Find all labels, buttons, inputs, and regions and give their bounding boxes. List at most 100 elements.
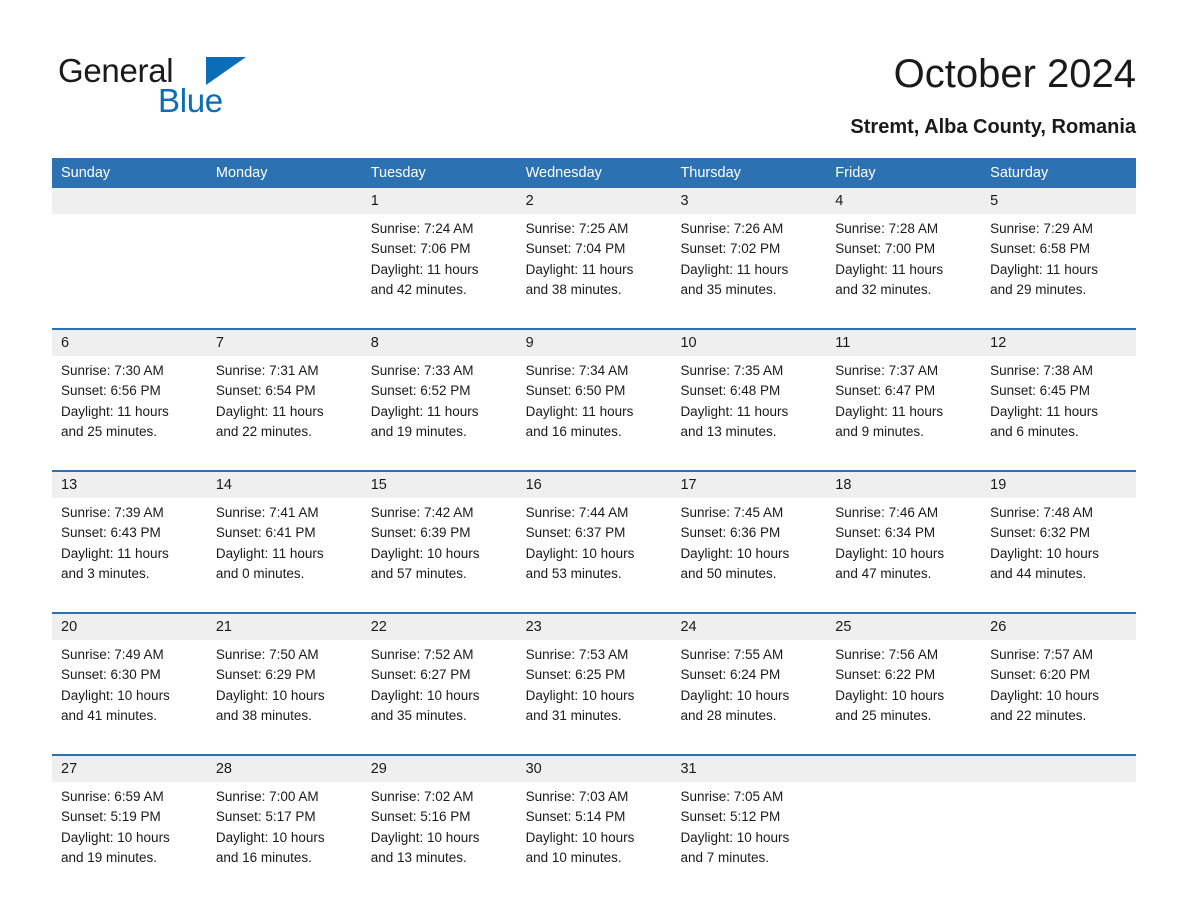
- day-info-empty: [207, 214, 362, 322]
- day-info-line: Sunrise: 7:38 AM: [990, 363, 1093, 378]
- day-info-line: and 7 minutes.: [680, 849, 769, 865]
- day-number-30[interactable]: 30: [517, 756, 672, 782]
- day-number-31[interactable]: 31: [671, 756, 826, 782]
- day-number-23[interactable]: 23: [517, 614, 672, 640]
- day-number-6[interactable]: 6: [52, 330, 207, 356]
- day-info-line: and 19 minutes.: [61, 849, 158, 865]
- day-info-line: and 19 minutes.: [370, 423, 467, 439]
- day-number-22[interactable]: 22: [362, 614, 517, 640]
- day-info-line: Sunset: 6:27 PM: [370, 667, 471, 683]
- week-info-band: Sunrise: 7:30 AM Sunset: 6:56 PM Daylight:…: [52, 356, 1136, 464]
- day-info-9: Sunrise: 7:34 AM Sunset: 6:50 PM Daylight:…: [517, 356, 672, 464]
- day-info-line: Sunrise: 7:02 AM: [370, 789, 474, 804]
- day-info-31: Sunrise: 7:05 AM Sunset: 5:12 PM Daylight:…: [671, 782, 826, 890]
- day-number-28[interactable]: 28: [207, 756, 362, 782]
- calendar-week-row: 20 21 22 23 24 25 26 Sunrise: 7:49 AM Sunset: 6:…: [52, 612, 1136, 748]
- day-number-5[interactable]: 5: [981, 188, 1136, 214]
- day-number-10[interactable]: 10: [671, 330, 826, 356]
- day-number-1[interactable]: 1: [362, 188, 517, 214]
- day-number-29[interactable]: 29: [362, 756, 517, 782]
- day-info-line: and 13 minutes.: [370, 849, 467, 865]
- day-info-line: Daylight: 10 hours: [680, 687, 790, 703]
- day-number-7[interactable]: 7: [207, 330, 362, 356]
- week-row-spacer: [52, 890, 1136, 896]
- day-info-line: Sunset: 6:47 PM: [835, 383, 936, 399]
- day-info-line: Sunrise: 7:33 AM: [370, 363, 474, 378]
- day-info-30: Sunrise: 7:03 AM Sunset: 5:14 PM Daylight:…: [517, 782, 672, 890]
- day-info-line: Sunset: 6:43 PM: [61, 525, 161, 541]
- day-number-16[interactable]: 16: [517, 472, 672, 498]
- week-info-band: Sunrise: 7:49 AM Sunset: 6:30 PM Daylight:…: [52, 640, 1136, 748]
- day-info-20: Sunrise: 7:49 AM Sunset: 6:30 PM Daylight:…: [52, 640, 207, 748]
- day-info-line: Sunrise: 7:52 AM: [370, 647, 474, 662]
- day-number-8[interactable]: 8: [362, 330, 517, 356]
- day-info-line: Daylight: 10 hours: [835, 687, 945, 703]
- calendar-week-row: 1 2 3 4 5 Sunrise: 7:24 AM Sunset: 7:06 PM Dayl…: [52, 188, 1136, 322]
- day-info-line: Daylight: 11 hours: [215, 545, 324, 561]
- day-info-line: Daylight: 11 hours: [835, 403, 944, 419]
- day-info-line: Sunset: 7:06 PM: [370, 241, 471, 257]
- day-info-17: Sunrise: 7:45 AM Sunset: 6:36 PM Daylight:…: [671, 498, 826, 606]
- day-info-7: Sunrise: 7:31 AM Sunset: 6:54 PM Daylight:…: [207, 356, 362, 464]
- day-info-line: Sunrise: 7:44 AM: [525, 505, 629, 520]
- day-number-21[interactable]: 21: [207, 614, 362, 640]
- day-info-6: Sunrise: 7:30 AM Sunset: 6:56 PM Daylight:…: [52, 356, 207, 464]
- week-date-band: 6 7 8 9 10 11 12: [52, 330, 1136, 356]
- day-info-line: Sunrise: 7:41 AM: [215, 505, 319, 520]
- day-info-line: and 22 minutes.: [990, 707, 1087, 723]
- day-info-line: Daylight: 10 hours: [525, 545, 635, 561]
- day-number-3[interactable]: 3: [671, 188, 826, 214]
- day-number-4[interactable]: 4: [826, 188, 981, 214]
- day-info-4: Sunrise: 7:28 AM Sunset: 7:00 PM Daylight:…: [826, 214, 981, 322]
- day-number-25[interactable]: 25: [826, 614, 981, 640]
- day-info-line: Daylight: 11 hours: [370, 261, 479, 277]
- day-info-line: Sunset: 6:24 PM: [680, 667, 781, 683]
- day-number-14[interactable]: 14: [207, 472, 362, 498]
- day-number-18[interactable]: 18: [826, 472, 981, 498]
- day-info-line: Sunrise: 7:30 AM: [61, 363, 164, 378]
- day-info-line: Sunrise: 7:35 AM: [680, 363, 784, 378]
- day-info-line: Sunset: 6:29 PM: [215, 667, 316, 683]
- day-number-13[interactable]: 13: [52, 472, 207, 498]
- day-info-2: Sunrise: 7:25 AM Sunset: 7:04 PM Daylight:…: [517, 214, 672, 322]
- day-info-line: Sunrise: 7:25 AM: [525, 221, 629, 236]
- day-number-9[interactable]: 9: [517, 330, 672, 356]
- day-number-2[interactable]: 2: [517, 188, 672, 214]
- day-info-line: Daylight: 10 hours: [680, 545, 790, 561]
- day-number-19[interactable]: 19: [981, 472, 1136, 498]
- day-info-line: Daylight: 10 hours: [370, 687, 480, 703]
- weekday-header-tuesday: Tuesday: [370, 165, 426, 181]
- day-number-12[interactable]: 12: [981, 330, 1136, 356]
- day-info-line: Sunrise: 7:56 AM: [835, 647, 939, 662]
- day-info-line: Sunset: 6:56 PM: [61, 383, 161, 399]
- day-info-line: Daylight: 11 hours: [525, 261, 634, 277]
- day-number-20[interactable]: 20: [52, 614, 207, 640]
- day-number-15[interactable]: 15: [362, 472, 517, 498]
- day-info-line: Daylight: 11 hours: [61, 403, 169, 419]
- day-info-line: Sunset: 5:12 PM: [680, 809, 781, 825]
- day-info-5: Sunrise: 7:29 AM Sunset: 6:58 PM Daylight:…: [981, 214, 1136, 322]
- day-info-18: Sunrise: 7:46 AM Sunset: 6:34 PM Daylight:…: [826, 498, 981, 606]
- day-number-27[interactable]: 27: [52, 756, 207, 782]
- title-block: October 2024 Stremt, Alba County, Romani…: [850, 50, 1136, 140]
- day-info-line: and 53 minutes.: [525, 565, 622, 581]
- calendar-week-row: 13 14 15 16 17 18 19 Sunrise: 7:39 AM Sunset: 6:…: [52, 470, 1136, 606]
- day-info-line: and 57 minutes.: [370, 565, 467, 581]
- day-number-17[interactable]: 17: [671, 472, 826, 498]
- day-info-line: Sunrise: 7:39 AM: [61, 505, 164, 520]
- day-info-line: and 3 minutes.: [61, 565, 150, 581]
- day-info-line: Daylight: 11 hours: [680, 403, 789, 419]
- general-blue-logo: General Blue: [58, 52, 318, 119]
- day-number-26[interactable]: 26: [981, 614, 1136, 640]
- day-info-25: Sunrise: 7:56 AM Sunset: 6:22 PM Daylight:…: [826, 640, 981, 748]
- day-info-line: Daylight: 10 hours: [370, 545, 480, 561]
- day-number-24[interactable]: 24: [671, 614, 826, 640]
- day-number-11[interactable]: 11: [826, 330, 981, 356]
- weekday-header-monday: Monday: [215, 165, 268, 181]
- day-info-23: Sunrise: 7:53 AM Sunset: 6:25 PM Daylight:…: [517, 640, 672, 748]
- week-date-band: 12345: [52, 188, 1136, 214]
- day-info-line: Sunset: 5:16 PM: [370, 809, 471, 825]
- day-info-line: Sunset: 6:34 PM: [835, 525, 936, 541]
- day-info-24: Sunrise: 7:55 AM Sunset: 6:24 PM Daylight:…: [671, 640, 826, 748]
- weekday-header-thursday: Thursday: [680, 165, 741, 181]
